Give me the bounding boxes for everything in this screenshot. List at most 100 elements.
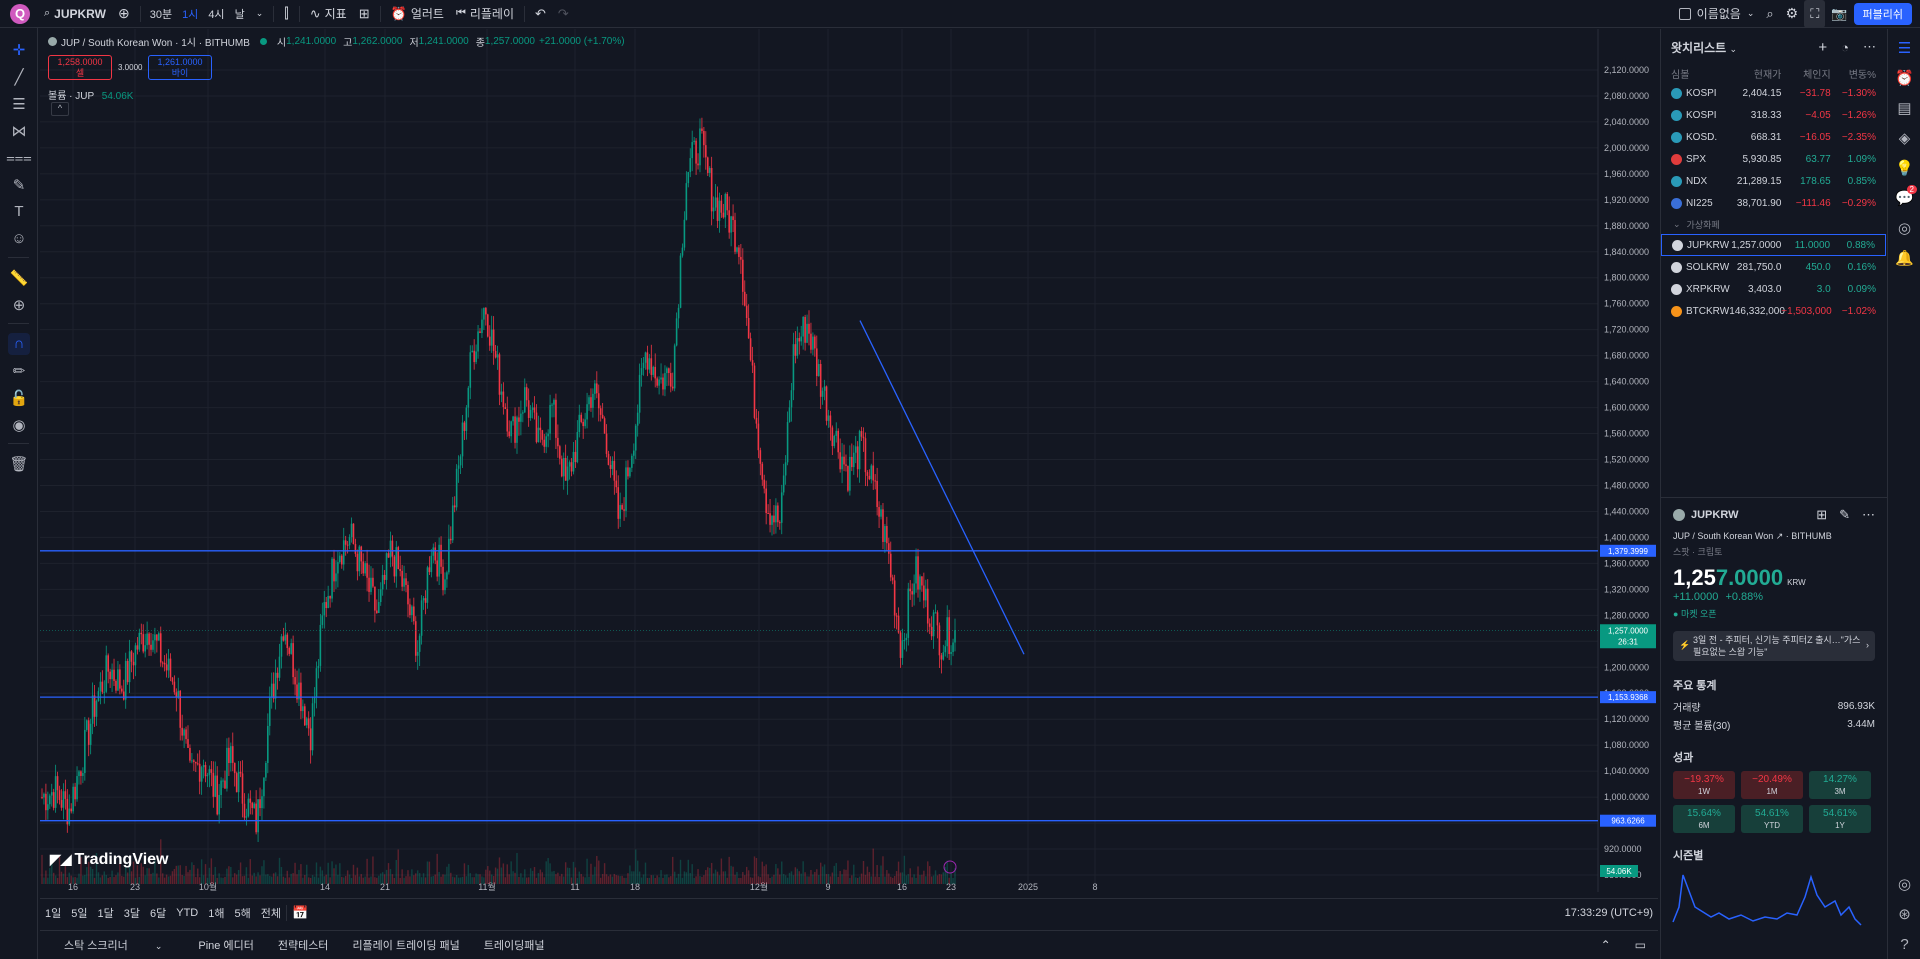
publish-button[interactable]: 퍼블리쉬 bbox=[1853, 2, 1912, 25]
layers-icon[interactable]: ◈ bbox=[1888, 123, 1920, 153]
symbol-search[interactable]: ⌕ JUPKRW bbox=[38, 0, 112, 28]
notifications-bell-icon[interactable]: 🔔 bbox=[1888, 243, 1920, 273]
tab-replay-panel[interactable]: 리플레이 트레이딩 패널 bbox=[340, 937, 471, 953]
user-avatar[interactable]: Q bbox=[10, 3, 30, 24]
watchlist-title-button[interactable]: 왓치리스트 ⌄ bbox=[1671, 39, 1737, 56]
templates-button[interactable]: ⊞ bbox=[353, 0, 376, 28]
perf-cell[interactable]: −20.49% 1M bbox=[1741, 771, 1803, 799]
range-6m[interactable]: 6달 bbox=[145, 905, 171, 921]
chart-type-candles-icon[interactable]: ⫿ bbox=[278, 0, 294, 28]
maximize-panel-icon[interactable]: ▭ bbox=[1623, 938, 1658, 952]
range-all[interactable]: 전체 bbox=[256, 905, 286, 921]
eye-icon[interactable]: ◉ bbox=[0, 411, 38, 438]
watchlist-row[interactable]: BTCKRW 146,332,000 −1,503,000 −1.02% bbox=[1661, 300, 1886, 322]
question-icon[interactable]: ? bbox=[1888, 929, 1920, 959]
quick-search-icon[interactable]: ⌕ bbox=[1760, 0, 1779, 28]
range-ytd[interactable]: YTD bbox=[171, 907, 203, 919]
compare-add-button[interactable]: ⊕ bbox=[112, 0, 136, 28]
collapse-panel-icon[interactable]: ⌃ bbox=[1589, 938, 1623, 952]
crosshair-icon[interactable]: ✛ bbox=[0, 36, 38, 63]
tab-pine-editor[interactable]: Pine 에디터 bbox=[186, 937, 265, 953]
interval-1d[interactable]: 날 bbox=[230, 0, 250, 28]
watchlist-row[interactable]: KOSPI 2,404.15 −31.78 −1.30% bbox=[1661, 82, 1886, 104]
tab-stock-screener[interactable]: 스탁 스크리너 ⌄ bbox=[40, 937, 186, 953]
signals-icon[interactable]: ◎ bbox=[1888, 213, 1920, 243]
range-5y[interactable]: 5해 bbox=[230, 905, 256, 921]
interval-4h[interactable]: 4시 bbox=[203, 0, 229, 28]
alerts-clock-icon[interactable]: ⏰ bbox=[1888, 63, 1920, 93]
magnet-icon[interactable]: ∩ bbox=[0, 330, 38, 357]
data-window-icon[interactable]: ▤ bbox=[1888, 93, 1920, 123]
collapse-legend-button[interactable]: ^ bbox=[51, 102, 69, 116]
zoom-in-icon[interactable]: ⊕ bbox=[0, 291, 38, 318]
range-3m[interactable]: 3달 bbox=[119, 905, 145, 921]
seasonal-chart[interactable] bbox=[1669, 867, 1869, 927]
range-1y[interactable]: 1해 bbox=[203, 905, 229, 921]
watchlist-row[interactable]: XRPKRW 3,403.0 3.0 0.09% bbox=[1661, 278, 1886, 300]
add-symbol-icon[interactable]: + bbox=[1818, 39, 1827, 56]
settings-gear-icon[interactable]: ⚙ bbox=[1780, 0, 1805, 28]
watchlist-icon[interactable]: ☰ bbox=[1888, 33, 1920, 63]
watchlist-row[interactable]: NI225 38,701.90 −111.46 −0.29% bbox=[1661, 192, 1886, 214]
range-1d[interactable]: 1일 bbox=[40, 905, 66, 921]
more-options-icon[interactable]: ⋯ bbox=[1862, 507, 1875, 523]
chevron-down-icon[interactable]: ⌄ bbox=[250, 0, 270, 28]
text-icon[interactable]: T bbox=[0, 198, 38, 225]
watchlist-row[interactable]: NDX 21,289.15 178.65 0.85% bbox=[1661, 170, 1886, 192]
interval-30m[interactable]: 30분 bbox=[145, 0, 177, 28]
goto-date-icon[interactable]: 📅 bbox=[286, 904, 313, 921]
more-options-icon[interactable]: ⋯ bbox=[1863, 39, 1876, 55]
lock-icon[interactable]: 🔓 bbox=[0, 384, 38, 411]
watchlist-row[interactable]: SPX 5,930.85 63.77 1.09% bbox=[1661, 148, 1886, 170]
emoji-icon[interactable]: ☺ bbox=[0, 225, 38, 252]
edit-icon[interactable]: ✎ bbox=[1839, 507, 1850, 523]
clock[interactable]: 17:33:29 (UTC+9) bbox=[1560, 907, 1658, 919]
details-full-name[interactable]: JUP / South Korean Won bbox=[1673, 531, 1773, 541]
trash-icon[interactable]: 🗑 bbox=[0, 450, 38, 477]
ideas-bulb-icon[interactable]: 💡 bbox=[1888, 153, 1920, 183]
trendline-icon[interactable]: ╱ bbox=[0, 63, 38, 90]
redo-icon[interactable]: ↷ bbox=[552, 0, 575, 28]
watchlist-row[interactable]: SOLKRW 281,750.0 450.0 0.16% bbox=[1661, 256, 1886, 278]
buy-button[interactable]: 1,261.0000 바이 bbox=[148, 55, 212, 80]
perf-cell[interactable]: 14.27% 3M bbox=[1809, 771, 1871, 799]
tab-strategy-tester[interactable]: 전략테스터 bbox=[266, 937, 341, 953]
news-headline[interactable]: ⚡ 3일 전 - 주피터, 신기능 주피터Z 출시…"가스 필요없는 스왑 기능… bbox=[1673, 631, 1875, 661]
chat-icon[interactable]: 💬 2 bbox=[1888, 183, 1920, 213]
replay-button[interactable]: ⏮ 리플레이 bbox=[450, 0, 520, 28]
chart-pane[interactable]: 2,120.0000 2,080.0000 2,040.0000 2,000.0000… bbox=[40, 29, 1658, 892]
lock-drawing-icon[interactable]: ✏ bbox=[0, 357, 38, 384]
perf-cell[interactable]: 54.61% 1Y bbox=[1809, 805, 1871, 833]
help-icon[interactable]: ⊛ bbox=[1888, 899, 1920, 929]
tab-trading-panel[interactable]: 트레이딩패널 bbox=[472, 937, 557, 953]
sell-button[interactable]: 1,258.0000 셀 bbox=[48, 55, 112, 80]
watchlist-row[interactable]: KOSPI 318.33 −4.05 −1.26% bbox=[1661, 104, 1886, 126]
ruler-icon[interactable]: 📏 bbox=[0, 264, 38, 291]
perf-cell[interactable]: 15.64% 6M bbox=[1673, 805, 1735, 833]
layout-menu[interactable]: 이름없음 ⌄ bbox=[1673, 0, 1761, 28]
horizontal-lines-icon[interactable]: ☰ bbox=[0, 90, 38, 117]
col-last[interactable]: 현재가 bbox=[1730, 66, 1782, 81]
perf-cell[interactable]: 54.61% YTD bbox=[1741, 805, 1803, 833]
price-chart[interactable]: 2,120.0000 2,080.0000 2,040.0000 2,000.0000… bbox=[40, 29, 1658, 892]
target-icon[interactable]: ◎ bbox=[1888, 869, 1920, 899]
col-change[interactable]: 체인지 bbox=[1781, 66, 1831, 81]
grid-icon[interactable]: ⊞ bbox=[1816, 507, 1827, 523]
brush-icon[interactable]: ✎ bbox=[0, 171, 38, 198]
col-change-pct[interactable]: 변동% bbox=[1831, 66, 1876, 81]
range-1m[interactable]: 1달 bbox=[93, 905, 119, 921]
col-symbol[interactable]: 심볼 bbox=[1671, 66, 1730, 81]
fullscreen-icon[interactable]: ⛶ bbox=[1804, 0, 1826, 28]
perf-cell[interactable]: −19.37% 1W bbox=[1673, 771, 1735, 799]
watchlist-row[interactable]: JUPKRW 1,257.0000 11.0000 0.88% bbox=[1661, 234, 1886, 256]
fib-icon[interactable]: ⩶ bbox=[0, 144, 38, 171]
alert-button[interactable]: ⏰ 얼러트 bbox=[385, 0, 450, 28]
watchlist-section-header[interactable]: ⌄ 가상화폐 bbox=[1661, 214, 1886, 234]
camera-icon[interactable]: 📷 bbox=[1825, 0, 1853, 28]
pattern-icon[interactable]: ⋈ bbox=[0, 117, 38, 144]
watchlist-row[interactable]: KOSD. 668.31 −16.05 −2.35% bbox=[1661, 126, 1886, 148]
indicators-button[interactable]: ∿ 지표 bbox=[304, 0, 353, 28]
undo-icon[interactable]: ↶ bbox=[529, 0, 552, 28]
interval-1h[interactable]: 1시 bbox=[177, 0, 203, 28]
advanced-view-icon[interactable]: ◔ bbox=[1841, 40, 1849, 55]
